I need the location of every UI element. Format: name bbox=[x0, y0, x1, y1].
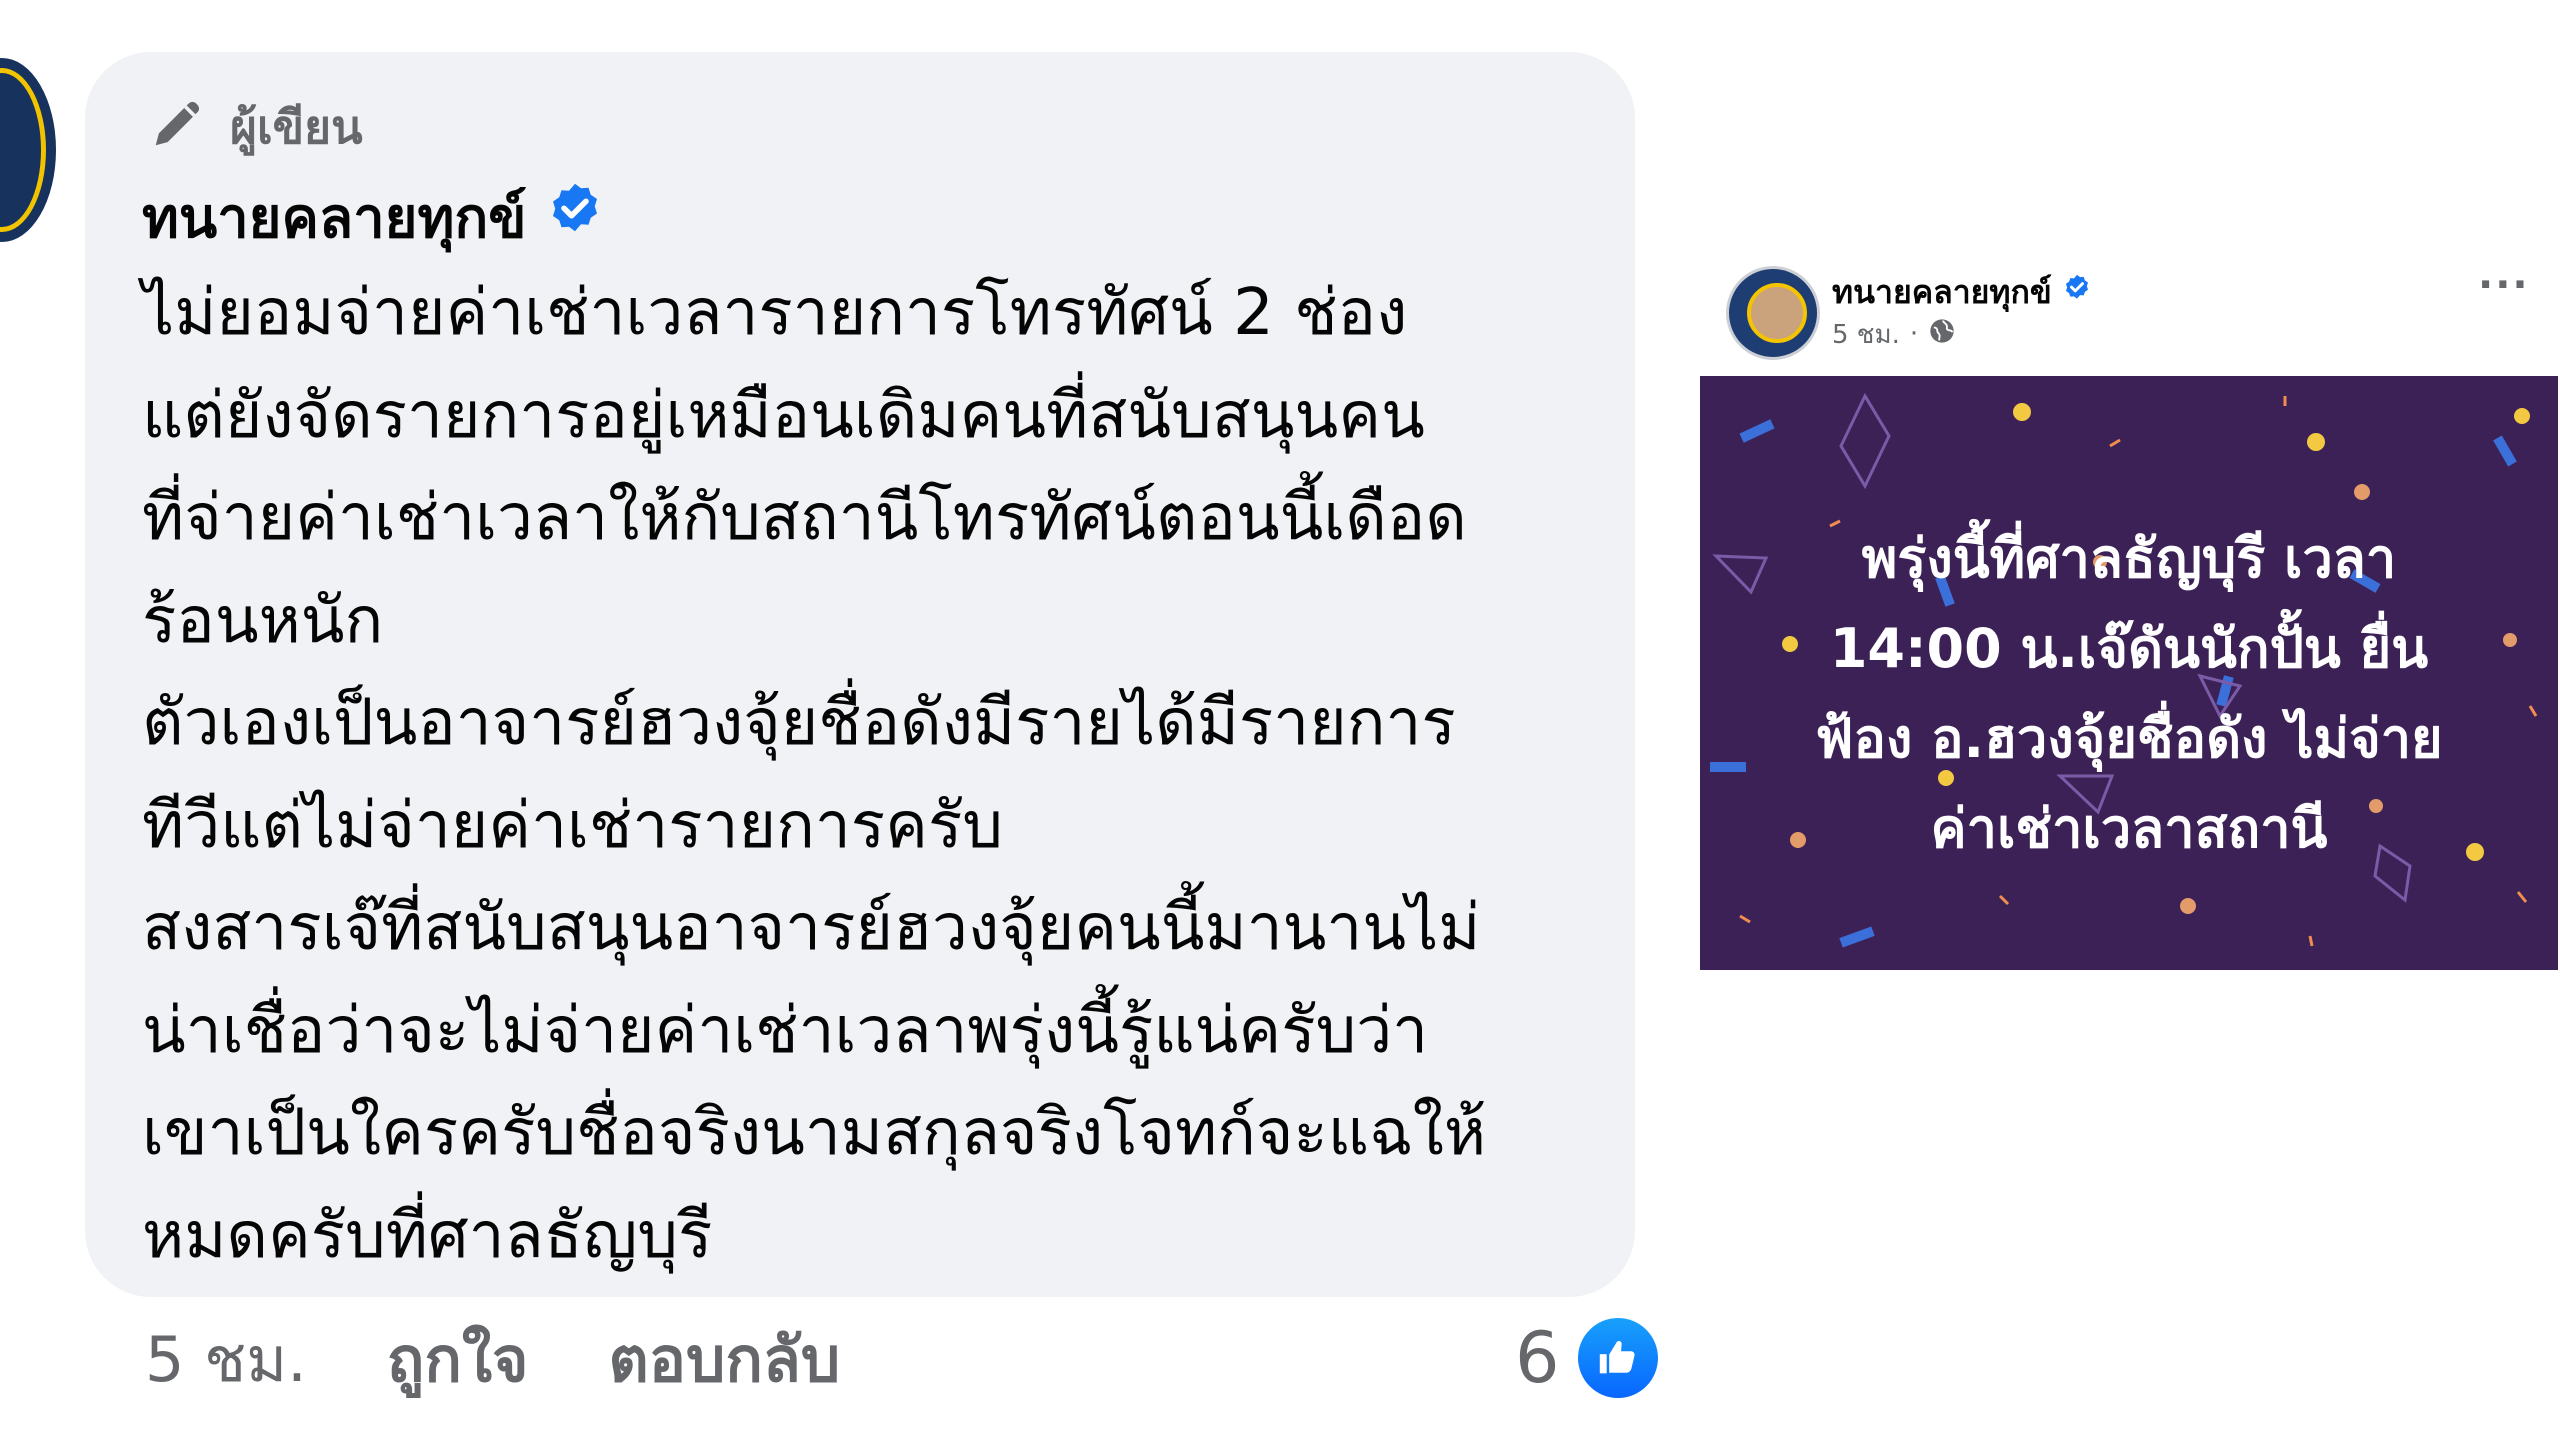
globe-icon bbox=[1928, 317, 1956, 352]
caption-line: ฟ้อง อ.ฮวงจุ้ยชื่อดัง ไม่จ่าย bbox=[1815, 707, 2443, 770]
reply-button[interactable]: ตอบกลับ bbox=[609, 1311, 841, 1409]
comment-line: แต่ยังจัดรายการอยู่เหมือนเดิมคนที่สนับสน… bbox=[142, 378, 1425, 453]
post-image-caption: พรุ่งนี้ที่ศาลธัญบุรี เวลา 14:00 น.เจ๊ดั… bbox=[1700, 514, 2558, 874]
comment-line: หมดครับที่ศาลธัญบุรี bbox=[142, 1198, 713, 1273]
author-badge-label: ผู้เขียน bbox=[230, 99, 363, 154]
verified-badge-icon bbox=[545, 180, 605, 254]
pen-icon bbox=[148, 91, 210, 164]
caption-line: ค่าเช่าเวลาสถานี bbox=[1930, 797, 2328, 860]
comment-author[interactable]: ทนายคลายทุกข์ bbox=[142, 172, 605, 262]
verified-badge-icon bbox=[2062, 273, 2092, 311]
comment-author-name[interactable]: ทนายคลายทุกข์ bbox=[142, 173, 527, 262]
like-thumb-icon bbox=[1577, 1318, 1658, 1398]
post-author[interactable]: ทนายคลายทุกข์ bbox=[1832, 270, 2092, 314]
post-timestamp[interactable]: 5 ชม. bbox=[1832, 314, 1900, 355]
reaction-count: 6 bbox=[1515, 1317, 1560, 1399]
comment-timestamp[interactable]: 5 ชม. bbox=[145, 1311, 307, 1409]
author-badge: ผู้เขียน bbox=[148, 92, 363, 162]
more-icon[interactable]: ··· bbox=[2478, 262, 2530, 308]
post-author-name[interactable]: ทนายคลายทุกข์ bbox=[1832, 267, 2052, 318]
post-image[interactable]: พรุ่งนี้ที่ศาลธัญบุรี เวลา 14:00 น.เจ๊ดั… bbox=[1700, 376, 2558, 970]
comment-line: ไม่ยอมจ่ายค่าเช่าเวลารายการโทรทัศน์ 2 ช่… bbox=[142, 276, 1408, 350]
comment-line: ทีวีแต่ไม่จ่ายค่าเช่ารายการครับ bbox=[142, 788, 1003, 863]
like-button[interactable]: ถูกใจ bbox=[387, 1311, 529, 1409]
comment-line: เขาเป็นใครครับชื่อจริงนามสกุลจริงโจทก์จะ… bbox=[142, 1096, 1487, 1170]
comment-line: น่าเชื่อว่าจะไม่จ่ายค่าเช่าเวลาพรุ่งนี้ร… bbox=[142, 993, 1429, 1068]
post-author-avatar[interactable] bbox=[1726, 266, 1820, 360]
comment-text: ไม่ยอมจ่ายค่าเช่าเวลารายการโทรทัศน์ 2 ช่… bbox=[142, 262, 1602, 1287]
comment-line: ร้อนหนัก bbox=[142, 583, 384, 658]
caption-line: พรุ่งนี้ที่ศาลธัญบุรี เวลา bbox=[1861, 527, 2397, 590]
post-meta: 5 ชม. · bbox=[1832, 314, 1956, 354]
comment-line: ที่จ่ายค่าเช่าเวลาให้กับสถานีโทรทัศน์ตอน… bbox=[142, 481, 1467, 555]
meta-separator: · bbox=[1909, 319, 1919, 349]
comment-actions: 5 ชม. ถูกใจ ตอบกลับ bbox=[145, 1310, 920, 1410]
commenter-avatar[interactable] bbox=[0, 58, 56, 242]
caption-line: 14:00 น.เจ๊ดันนักปั้น ยื่น bbox=[1829, 617, 2429, 680]
comment-line: ตัวเองเป็นอาจารย์ฮวงจุ้ยชื่อดังมีรายได้ม… bbox=[142, 686, 1456, 760]
comment-line: สงสารเจ๊ที่สนับสนุนอาจารย์ฮวงจุ้ยคนนี้มา… bbox=[142, 891, 1481, 965]
reaction-summary[interactable]: 6 bbox=[1515, 1308, 1658, 1408]
